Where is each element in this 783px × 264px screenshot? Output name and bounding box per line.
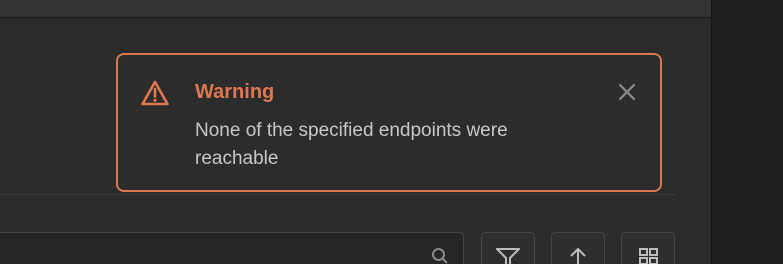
toast-title: Warning: [195, 81, 275, 103]
warning-triangle-icon: [140, 79, 170, 107]
grid-view-button[interactable]: [621, 232, 675, 264]
sort-icon: [570, 248, 586, 264]
sort-button[interactable]: [551, 232, 605, 264]
grid-view-icon: [639, 248, 658, 264]
close-icon[interactable]: [616, 81, 638, 103]
app-window: Warning None of the specified endpoints …: [0, 0, 783, 264]
toast-message: None of the specified endpoints were rea…: [195, 120, 508, 169]
filter-button[interactable]: [481, 232, 535, 264]
top-header-strip: [0, 0, 711, 18]
right-sidebar: [711, 0, 783, 264]
filter-icon: [496, 248, 520, 264]
search-icon: [431, 247, 449, 264]
search-input[interactable]: [0, 232, 464, 264]
warning-toast: Warning None of the specified endpoints …: [116, 53, 662, 192]
